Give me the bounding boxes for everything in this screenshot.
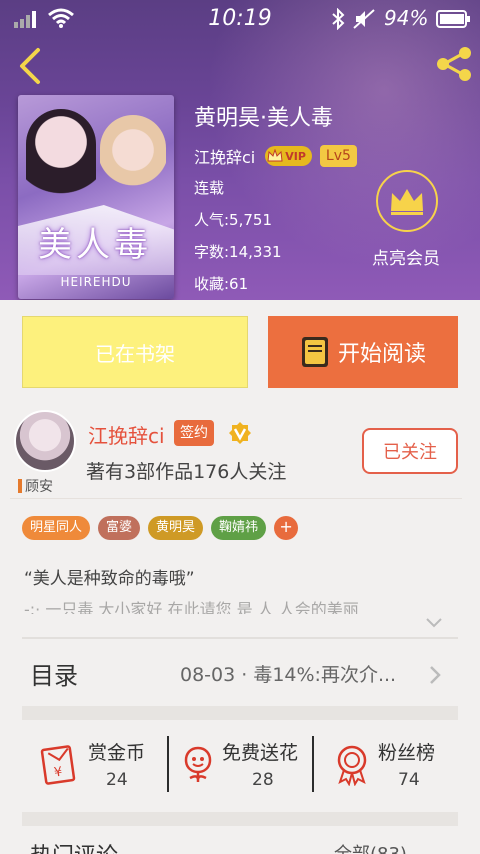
divider (312, 736, 314, 792)
book-icon (301, 337, 328, 367)
tag-item[interactable]: 富婆 (98, 516, 141, 540)
send-flower-value: 28 (252, 770, 274, 790)
bluetooth-icon (332, 8, 345, 30)
fans-ranking-label: 粉丝榜 (378, 742, 436, 764)
tag-list: 明星同人 富婆 黄明昊 鞠婧祎 + (22, 516, 299, 540)
book-cover[interactable]: 美人毒 HEIREHDU (18, 95, 174, 299)
avatar-tag: 顾安 (18, 476, 53, 496)
crown-icon (267, 149, 283, 162)
fans-ranking-value: 74 (398, 770, 420, 790)
cover-subtitle: HEIREHDU (60, 275, 132, 289)
divider (22, 637, 458, 639)
battery-percent: 94% (384, 6, 429, 30)
crown-icon (391, 189, 423, 215)
chevron-down-icon[interactable] (424, 616, 444, 630)
red-envelope-icon: ¥ (40, 745, 76, 785)
battery-icon (436, 10, 470, 28)
verified-icon (229, 422, 251, 444)
divider (10, 498, 462, 499)
back-chevron-icon[interactable] (14, 46, 46, 86)
member-button[interactable] (376, 170, 438, 232)
start-reading-label: 开始阅读 (337, 342, 426, 367)
tag-item[interactable]: 鞠婧祎 (211, 516, 267, 540)
book-title: 黄明昊·美人毒 (194, 106, 333, 131)
followed-button[interactable]: 已关注 (362, 428, 458, 474)
mute-icon (353, 9, 375, 29)
level-badge: Lv5 (319, 145, 357, 167)
share-icon[interactable] (434, 46, 474, 82)
cover-title: 美人毒 (38, 225, 152, 265)
reward-coins-value: 24 (106, 770, 128, 790)
chevron-right-icon (430, 666, 441, 684)
intro-quote: “美人是种致命的毒哦” (24, 569, 195, 589)
hot-comments-title: 热门评论 (30, 838, 118, 854)
author-description: 著有3部作品176人关注 (86, 461, 287, 483)
vip-badge: VIP (265, 146, 312, 166)
author-avatar[interactable] (14, 410, 76, 472)
toc-label: 目录 (30, 662, 78, 690)
book-header: 10:19 94% 美人毒 HEIREHDU 黄明昊·美人毒 江挽辞ci VIP… (0, 0, 480, 300)
svg-text:¥: ¥ (53, 765, 63, 781)
intro-faded-text: -:· 一只毒 大小家好 在此请您 是 人 人会的美丽 (24, 600, 359, 614)
popularity: 人气:5,751 (194, 211, 272, 229)
status-bar: 10:19 94% (0, 0, 480, 38)
author-card-name[interactable]: 江挽辞ci (88, 420, 165, 449)
word-count: 字数:14,331 (194, 243, 282, 261)
tag-item[interactable]: 明星同人 (22, 516, 91, 540)
divider (167, 736, 169, 792)
member-label[interactable]: 点亮会员 (372, 244, 440, 269)
author-name[interactable]: 江挽辞ci (194, 144, 255, 168)
add-tag-button[interactable]: + (274, 516, 299, 540)
signed-badge: 签约 (174, 420, 214, 446)
book-detail-screen: { "status_bar": { "time": "10:19", "batt… (0, 0, 480, 854)
start-reading-button[interactable]: 开始阅读 (268, 316, 458, 388)
send-flower-label: 免费送花 (222, 742, 299, 764)
favorites: 收藏:61 (194, 275, 249, 293)
section-gap (22, 706, 458, 720)
cover-figure-boy (100, 115, 166, 215)
reward-coins-label: 赏金币 (88, 742, 146, 764)
flower-icon (184, 746, 212, 782)
author-row: 江挽辞ci VIP Lv5 (194, 144, 357, 168)
tag-item[interactable]: 黄明昊 (148, 516, 204, 540)
cover-figure-girl (26, 109, 96, 219)
serial-status: 连载 (194, 179, 225, 197)
section-gap (22, 812, 458, 826)
in-shelf-button[interactable]: 已在书架 (22, 316, 248, 388)
latest-chapter: 08-03 · 毒14%:再次介... (180, 664, 397, 686)
all-comments-link[interactable]: 全部(83) (334, 840, 407, 854)
medal-icon (337, 745, 367, 786)
